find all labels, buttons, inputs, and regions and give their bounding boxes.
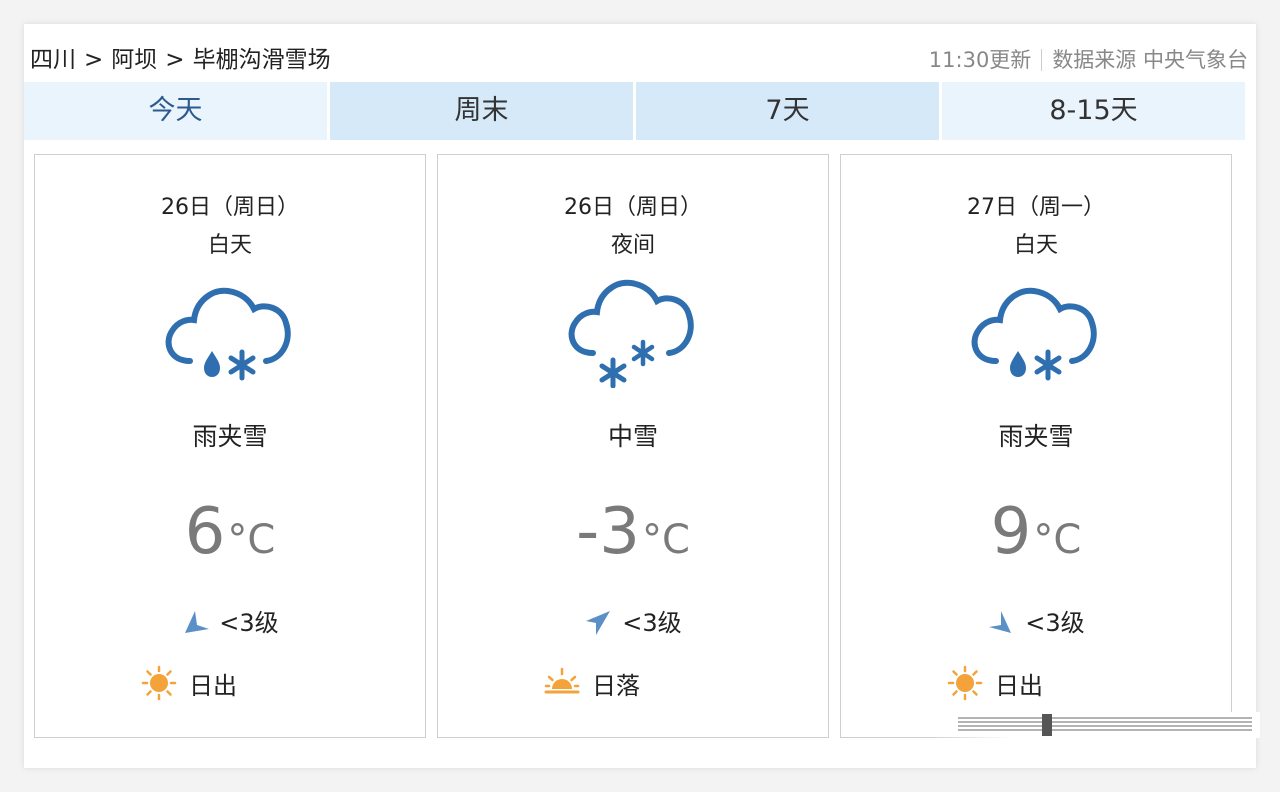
forecast-card: 27日（周一） 白天 雨夹雪 9°C <3级 日出 xyxy=(840,154,1232,738)
forecast-cards: 26日（周日） 白天 雨夹雪 6°C <3级 日出 26日（周日） 夜间 中雪 … xyxy=(34,154,1234,738)
forecast-date: 26日（周日） xyxy=(161,195,299,220)
weather-description: 雨夹雪 xyxy=(998,422,1074,451)
update-meta: 11:30更新 数据来源 中央气象台 xyxy=(929,42,1248,78)
weather-description: 中雪 xyxy=(607,422,658,451)
data-source-label: 数据来源 xyxy=(1052,48,1137,72)
forecast-period: 白天 xyxy=(1013,233,1058,258)
temperature-unit: °C xyxy=(227,517,276,563)
temperature: 6°C xyxy=(35,495,425,575)
forecast-card: 26日（周日） 白天 雨夹雪 6°C <3级 日出 xyxy=(34,154,426,738)
sun-info: 日落 xyxy=(544,665,640,701)
wind-info: <3级 xyxy=(438,603,828,638)
wind-info: <3级 xyxy=(841,603,1231,638)
wind-direction-icon xyxy=(989,611,1012,633)
temperature-value: 9 xyxy=(990,495,1032,569)
wind-direction-icon xyxy=(586,611,611,635)
sun-event: 日出 xyxy=(189,671,237,700)
sun-event: 日落 xyxy=(592,671,640,700)
tab-7-days[interactable]: 7天 xyxy=(636,82,939,140)
breadcrumb-separator: > xyxy=(84,47,104,73)
forecast-period: 白天 xyxy=(207,233,252,258)
wind-level: <3级 xyxy=(219,609,279,637)
sunset-icon xyxy=(544,667,580,694)
sunrise-icon xyxy=(141,665,177,701)
header: 四川 > 阿坝 > 毕棚沟滑雪场 11:30更新 数据来源 中央气象台 xyxy=(30,42,1248,78)
meta-divider xyxy=(1041,49,1043,71)
wind-direction-icon xyxy=(185,611,210,633)
forecast-date: 26日（周日） xyxy=(564,195,702,220)
breadcrumb: 四川 > 阿坝 > 毕棚沟滑雪场 xyxy=(30,42,331,78)
update-time: 11:30更新 xyxy=(928,48,1032,72)
wind-level: <3级 xyxy=(1025,609,1085,637)
weather-panel: 四川 > 阿坝 > 毕棚沟滑雪场 11:30更新 数据来源 中央气象台 今天 周末 7天 … xyxy=(24,24,1256,768)
forecast-date: 27日（周一） xyxy=(967,195,1105,220)
forecast-card: 26日（周日） 夜间 中雪 -3°C <3级 日落 xyxy=(437,154,829,738)
rain-snow-icon xyxy=(165,287,291,381)
temperature-unit: °C xyxy=(641,517,690,563)
tab-weekend[interactable]: 周末 xyxy=(330,82,633,140)
temperature-unit: °C xyxy=(1033,517,1082,563)
rain-snow-icon xyxy=(971,287,1097,381)
sun-info: 日出 xyxy=(947,665,1043,701)
temperature-value: 6 xyxy=(184,495,226,569)
sun-event: 日出 xyxy=(995,671,1043,700)
tab-8-15-days[interactable]: 8-15天 xyxy=(942,82,1245,140)
sunrise-icon xyxy=(947,665,983,701)
data-source[interactable]: 中央气象台 xyxy=(1143,48,1248,72)
forecast-period: 夜间 xyxy=(610,233,655,258)
forecast-tabs: 今天 周末 7天 8-15天 xyxy=(24,82,1248,140)
tab-today[interactable]: 今天 xyxy=(24,82,327,140)
sun-info: 日出 xyxy=(141,665,237,701)
breadcrumb-separator: > xyxy=(165,47,185,73)
wind-level: <3级 xyxy=(622,609,682,637)
breadcrumb-place: 毕棚沟滑雪场 xyxy=(192,47,331,73)
breadcrumb-province[interactable]: 四川 xyxy=(30,47,76,73)
breadcrumb-region[interactable]: 阿坝 xyxy=(111,47,157,73)
wind-info: <3级 xyxy=(35,603,425,638)
temperature: 9°C xyxy=(841,495,1231,575)
temperature-value: -3 xyxy=(576,495,640,569)
snow-icon xyxy=(568,279,694,388)
scroll-right-icon[interactable] xyxy=(930,712,1260,738)
weather-description: 雨夹雪 xyxy=(192,422,268,451)
temperature: -3°C xyxy=(438,495,828,575)
